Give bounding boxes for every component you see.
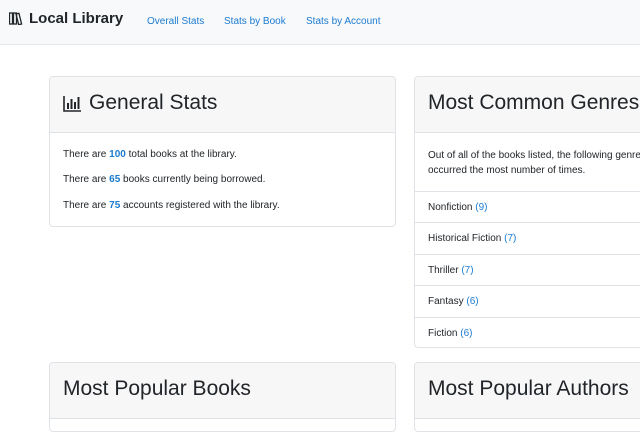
genres-card: Most Common Genres Out of all of the boo… [414,76,640,348]
general-stats-title: General Stats [63,91,217,115]
genre-list-item: Historical Fiction (7) [415,222,640,253]
genre-list-item: Thriller (7) [415,254,640,285]
genres-description: Out of all of the books listed, the foll… [428,150,640,176]
stat-borrowed-books: There are 65 books currently being borro… [63,174,266,185]
stat-number: 100 [109,149,126,160]
stat-total-books: There are 100 total books at the library… [63,149,237,160]
stat-number: 65 [109,174,121,185]
card-header: Most Popular Authors [415,363,640,419]
nav-stats-by-book[interactable]: Stats by Book [224,16,286,27]
nav-stats-by-account[interactable]: Stats by Account [306,16,381,27]
card-header: Most Popular Books [50,363,395,419]
card-header: Most Common Genres [415,77,640,133]
book-icon [9,12,23,25]
popular-authors-title: Most Popular Authors [428,377,629,400]
popular-authors-card: Most Popular Authors [414,362,640,432]
stat-number: 75 [109,200,121,211]
genres-title: Most Common Genres [428,91,640,114]
popular-books-title: Most Popular Books [63,377,251,400]
genre-list-item: Fantasy (6) [415,285,640,316]
card-header: General Stats [50,77,395,133]
stat-accounts: There are 75 accounts registered with th… [63,200,280,211]
nav-overall-stats[interactable]: Overall Stats [147,16,204,27]
general-stats-card: General Stats There are 100 total books … [49,76,396,227]
brand-link[interactable]: Local Library [9,10,123,27]
popular-books-card: Most Popular Books [49,362,396,432]
genre-list-item: Nonfiction (9) [415,191,640,222]
bar-chart-icon [63,95,81,112]
brand-label: Local Library [29,10,124,27]
genre-list-item: Fiction (6) [415,317,640,347]
navbar: Local Library Overall Stats Stats by Boo… [0,0,640,45]
card-title-text: General Stats [89,91,218,114]
